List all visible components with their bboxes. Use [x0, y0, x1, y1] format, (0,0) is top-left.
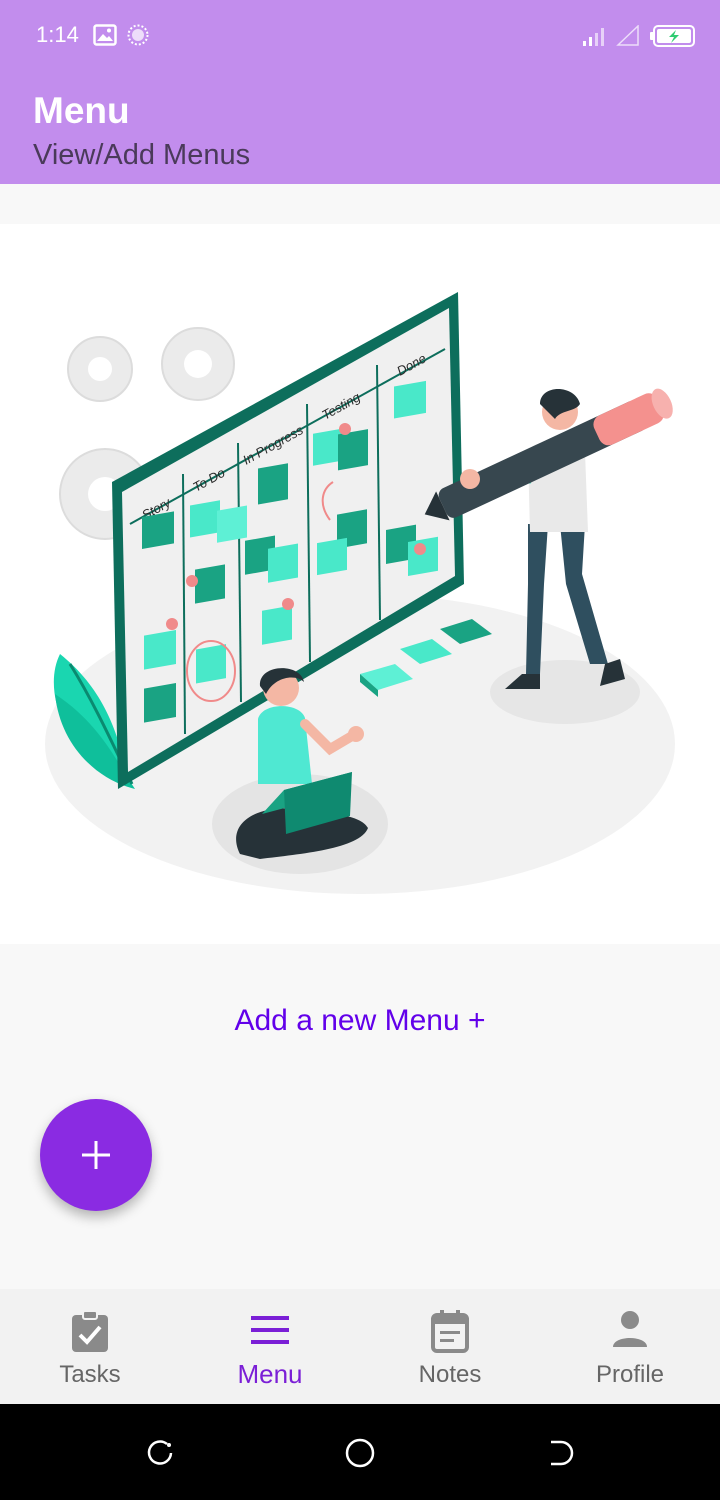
signal-icon: [583, 28, 604, 46]
battery-charging-icon: [650, 25, 695, 47]
person-icon: [613, 1311, 647, 1347]
nav-tasks-label: Tasks: [59, 1361, 121, 1388]
nav-notes-label: Notes: [418, 1361, 482, 1388]
kanban-illustration: Story To Do In Progress Testing Done: [0, 224, 720, 944]
nav-profile-label: Profile: [595, 1361, 665, 1388]
status-bar: 1:14: [0, 0, 720, 72]
status-time: 1:14: [36, 22, 79, 47]
sync-icon: [127, 24, 149, 46]
nav-profile[interactable]: Profile: [540, 1289, 720, 1404]
nav-menu[interactable]: Menu: [180, 1289, 360, 1404]
image-icon: [93, 24, 117, 46]
recent-apps-icon[interactable]: [145, 1438, 175, 1468]
nav-notes[interactable]: Notes: [360, 1289, 540, 1404]
page-subtitle: View/Add Menus: [33, 139, 251, 171]
app-header: Menu View/Add Menus: [0, 72, 720, 184]
plus-icon: [82, 1141, 110, 1169]
calendar-note-icon: [431, 1310, 469, 1353]
bottom-navigation: Tasks Menu Notes Profile: [0, 1289, 720, 1404]
clipboard-check-icon: [72, 1310, 108, 1352]
add-fab-button[interactable]: [40, 1099, 152, 1211]
page-title: Menu: [33, 90, 130, 131]
nav-menu-label: Menu: [237, 1359, 303, 1389]
add-new-menu-link[interactable]: Add a new Menu +: [0, 1004, 720, 1038]
menu-icon: [251, 1316, 289, 1344]
kanban-board-illustration: Story To Do In Progress Testing Done: [45, 292, 675, 894]
back-icon[interactable]: [545, 1438, 575, 1468]
system-navigation-bar: [0, 1404, 720, 1500]
no-signal-icon: [616, 25, 639, 46]
nav-tasks[interactable]: Tasks: [0, 1289, 180, 1404]
home-icon[interactable]: [345, 1438, 375, 1468]
